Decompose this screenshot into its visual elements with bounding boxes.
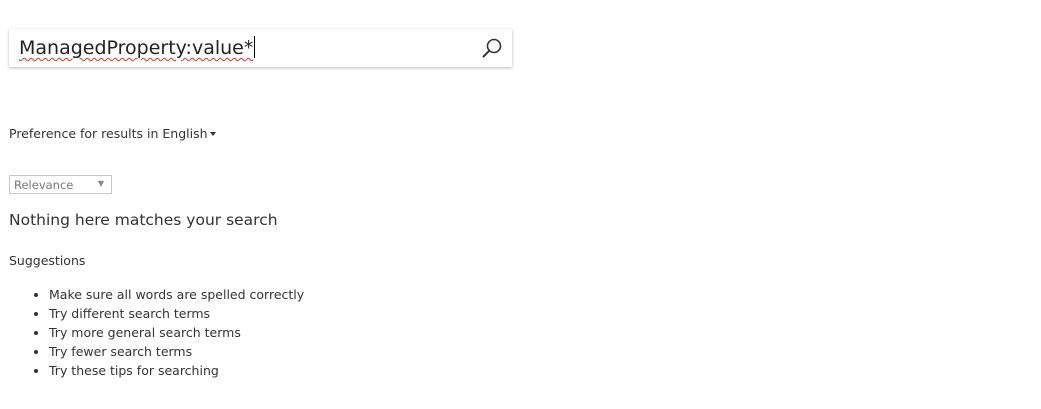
dropdown-arrow-icon[interactable]: ▼ [98, 179, 104, 188]
language-dropdown[interactable]: English [162, 126, 216, 141]
sort-dropdown[interactable]: Relevance ▼ [9, 175, 112, 194]
suggestion-item: Try fewer search terms [49, 342, 304, 361]
language-value[interactable]: English [162, 126, 207, 141]
search-box[interactable]: ManagedProperty:value* [9, 29, 512, 67]
sort-selected-value[interactable]: Relevance [14, 178, 73, 192]
suggestion-item: Try different search terms [49, 304, 304, 323]
search-input-text[interactable]: ManagedProperty:value* [19, 37, 253, 59]
no-results-message: Nothing here matches your search [9, 211, 278, 229]
suggestion-item: Try more general search terms [49, 323, 304, 342]
language-preference: Preference for results in English [9, 126, 216, 141]
caret-down-icon[interactable] [209, 132, 216, 136]
suggestion-item: Try these tips for searching [49, 361, 304, 380]
search-icon[interactable] [481, 37, 503, 59]
search-input[interactable]: ManagedProperty:value* [19, 35, 256, 61]
suggestion-item: Make sure all words are spelled correctl… [49, 285, 304, 304]
suggestions-list: Make sure all words are spelled correctl… [33, 285, 304, 380]
suggestions-heading: Suggestions [9, 253, 86, 268]
text-cursor [254, 36, 256, 58]
language-preference-label: Preference for results in [9, 126, 159, 141]
